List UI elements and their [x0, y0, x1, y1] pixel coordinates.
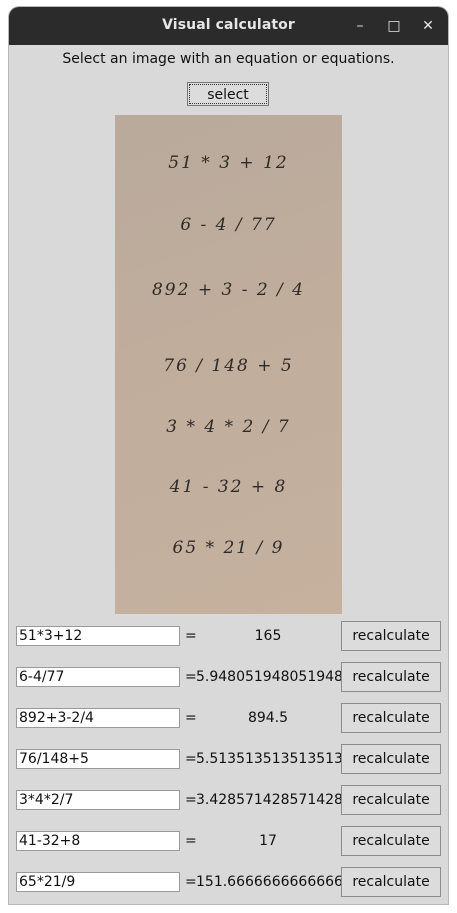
instruction-label: Select an image with an equation or equa…	[62, 51, 395, 67]
result-value: 894.5	[247, 710, 289, 726]
recalculate-button[interactable]: recalculate	[341, 867, 441, 897]
select-button[interactable]: select	[187, 82, 269, 106]
equation-row: 892+3-2/4 = 894.5 recalculate	[9, 701, 448, 733]
equation-row: 65*21/9 = 151.66666666666666 recalculate	[9, 865, 448, 897]
image-equation-line: 3 * 4 * 2 / 7	[166, 417, 291, 437]
equals-sign: =	[185, 628, 197, 644]
equation-row: 51*3+12 = 165 recalculate	[9, 619, 448, 651]
result-value: 165	[254, 628, 282, 644]
equals-sign: =	[185, 833, 197, 849]
equation-input[interactable]: 51*3+12	[16, 626, 180, 646]
equation-row: 41-32+8 = 17 recalculate	[9, 824, 448, 856]
image-equation-line: 65 * 21 / 9	[172, 538, 285, 558]
result-value: 3.4285714285714284	[196, 792, 352, 808]
equation-input[interactable]: 892+3-2/4	[16, 708, 180, 728]
equation-row: 3*4*2/7 = 3.4285714285714284 recalculate	[9, 783, 448, 815]
recalculate-button[interactable]: recalculate	[341, 662, 441, 692]
image-equation-line: 892 + 3 - 2 / 4	[151, 280, 306, 300]
result-value: 5.513513513513513	[196, 751, 343, 767]
minimize-icon[interactable]: –	[350, 16, 370, 36]
equals-sign: =	[185, 669, 197, 685]
equation-image: 51 * 3 + 12 6 - 4 / 77 892 + 3 - 2 / 4 7…	[115, 115, 342, 614]
equation-input[interactable]: 3*4*2/7	[16, 790, 180, 810]
image-equation-line: 76 / 148 + 5	[163, 356, 294, 376]
equation-input[interactable]: 76/148+5	[16, 749, 180, 769]
equals-sign: =	[185, 710, 197, 726]
window-title: Visual calculator	[162, 17, 295, 33]
equals-sign: =	[185, 751, 197, 767]
recalculate-button[interactable]: recalculate	[341, 621, 441, 651]
app-window: Visual calculator – □ ✕ Select an image …	[9, 7, 448, 904]
equals-sign: =	[185, 792, 197, 808]
equation-input[interactable]: 65*21/9	[16, 872, 180, 892]
close-icon[interactable]: ✕	[418, 16, 438, 36]
result-value: 17	[259, 833, 277, 849]
result-value: 5.9480519480519485	[196, 669, 352, 685]
recalculate-button[interactable]: recalculate	[341, 785, 441, 815]
equation-row: 76/148+5 = 5.513513513513513 recalculate	[9, 742, 448, 774]
recalculate-button[interactable]: recalculate	[341, 703, 441, 733]
equation-input[interactable]: 6-4/77	[16, 667, 180, 687]
equation-row: 6-4/77 = 5.9480519480519485 recalculate	[9, 660, 448, 692]
title-bar[interactable]: Visual calculator – □ ✕	[9, 7, 448, 45]
recalculate-button[interactable]: recalculate	[341, 744, 441, 774]
maximize-icon[interactable]: □	[384, 16, 404, 36]
image-equation-line: 6 - 4 / 77	[180, 215, 277, 235]
recalculate-button[interactable]: recalculate	[341, 826, 441, 856]
result-value: 151.66666666666666	[196, 874, 352, 890]
image-equation-line: 51 * 3 + 12	[168, 153, 289, 173]
image-equation-line: 41 - 32 + 8	[169, 477, 288, 497]
equation-input[interactable]: 41-32+8	[16, 831, 180, 851]
equals-sign: =	[185, 874, 197, 890]
